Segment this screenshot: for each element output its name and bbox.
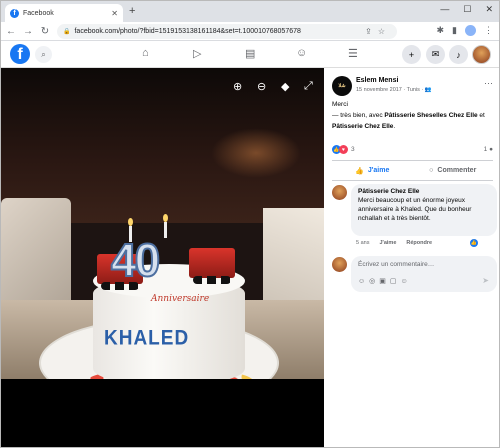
tag-link-1[interactable]: Pâtisserie Sheselles Chez Elle bbox=[384, 112, 477, 119]
divider bbox=[332, 160, 493, 161]
post-text: Merci — très bien, avec Pâtisserie Shese… bbox=[332, 99, 497, 132]
tab-facebook[interactable]: f Facebook ✕ bbox=[5, 4, 123, 22]
window-controls: — ☐ ✕ bbox=[440, 4, 493, 15]
comment-label: Commenter bbox=[437, 167, 477, 174]
my-avatar bbox=[332, 257, 347, 272]
comment-button[interactable]: ○ Commenter bbox=[413, 162, 494, 179]
account-avatar[interactable] bbox=[472, 45, 491, 64]
new-tab-button[interactable]: + bbox=[129, 5, 135, 17]
post-text-line1: Merci bbox=[332, 101, 348, 108]
facebook-favicon-icon: f bbox=[10, 8, 19, 18]
lock-icon: 🔒 bbox=[63, 29, 71, 35]
reaction-count: 3 bbox=[351, 146, 355, 153]
profile-icon[interactable] bbox=[465, 25, 476, 36]
close-window-icon[interactable]: ✕ bbox=[485, 4, 493, 15]
comment-like-link[interactable]: J'aime bbox=[379, 240, 396, 246]
more-options-icon[interactable]: ⋯ bbox=[484, 78, 493, 89]
post-text-prefix: — très bien, avec bbox=[332, 112, 385, 119]
comment-tools-icons[interactable]: ☺◎▣▢☺ bbox=[358, 277, 412, 285]
url-text: facebook.com/photo/?fbid=151915313816118… bbox=[74, 28, 301, 35]
post-date[interactable]: 15 novembre 2017 bbox=[356, 87, 402, 93]
toolbar-icons: ✱ ▮ ⋮ bbox=[437, 25, 493, 36]
comment-like-badge-icon: 👍 bbox=[470, 239, 478, 247]
fullscreen-icon[interactable]: ⤢ bbox=[304, 80, 313, 93]
photo-image: 40 Anniversaire KHALED bbox=[1, 68, 324, 379]
tab-title: Facebook bbox=[23, 9, 54, 17]
reload-icon[interactable]: ↻ bbox=[38, 26, 52, 37]
audience-icon: 👥 bbox=[424, 87, 432, 93]
browser-window: f Facebook ✕ + — ☐ ✕ ← → ↻ 🔒 facebook.co… bbox=[0, 0, 500, 448]
zoom-out-icon[interactable]: ⊖ bbox=[257, 80, 266, 93]
tag-icon[interactable]: ◆ bbox=[281, 80, 289, 93]
comment-reply-link[interactable]: Répondre bbox=[406, 240, 432, 246]
menu-icon[interactable]: ☰ bbox=[348, 47, 358, 60]
commenter-name[interactable]: Pâtisserie Chez Elle bbox=[358, 188, 490, 195]
messenger-icon[interactable]: ✉ bbox=[426, 45, 445, 64]
chrome-menu-icon[interactable]: ⋮ bbox=[484, 25, 493, 36]
post-actions: 👍 J'aime ○ Commenter bbox=[332, 162, 493, 179]
cake-number: 40 bbox=[110, 233, 161, 287]
notifications-icon[interactable]: ♪ bbox=[449, 45, 468, 64]
like-button[interactable]: 👍 J'aime bbox=[332, 162, 413, 179]
post-text-end: . bbox=[393, 123, 396, 130]
comment-count-value: 1 bbox=[483, 146, 488, 153]
minimize-icon[interactable]: — bbox=[440, 4, 449, 15]
post-panel: شلا Eslem Mensi 15 novembre 2017 · Tunis… bbox=[324, 68, 499, 447]
comment-icon: ○ bbox=[429, 167, 434, 174]
zoom-in-icon[interactable]: ⊕ bbox=[233, 80, 242, 93]
groups-icon[interactable]: ☺ bbox=[296, 47, 307, 59]
forward-icon[interactable]: → bbox=[21, 26, 35, 37]
tab-bar: f Facebook ✕ + — ☐ ✕ bbox=[1, 1, 499, 22]
close-tab-icon[interactable]: ✕ bbox=[111, 9, 118, 18]
commenter-avatar[interactable] bbox=[332, 185, 347, 200]
comment-count[interactable]: 1 ● bbox=[484, 146, 493, 153]
sidebar-icon[interactable]: ▮ bbox=[452, 25, 457, 36]
author-name[interactable]: Eslem Mensi bbox=[356, 77, 398, 84]
comment-actions: 5 ans J'aime Répondre bbox=[356, 240, 432, 246]
comment-text: Merci beaucoup et un énorme joyeux anniv… bbox=[358, 197, 472, 222]
facebook-logo[interactable]: f bbox=[10, 44, 30, 64]
address-bar-row: ← → ↻ 🔒 facebook.com/photo/?fbid=1519153… bbox=[1, 22, 499, 41]
cake-script: Anniversaire bbox=[151, 294, 210, 304]
home-icon[interactable]: ⌂ bbox=[142, 47, 149, 59]
facebook-header: f ⌕ ⌂ ▷ ▤ ☺ ☰ + ✉ ♪ bbox=[1, 41, 499, 68]
like-label: J'aime bbox=[367, 167, 390, 174]
post-text-mid: et bbox=[477, 112, 485, 119]
comment-placeholder: Écrivez un commentaire… bbox=[358, 261, 435, 268]
bookmark-star-icon[interactable]: ⇪☆ bbox=[365, 27, 391, 36]
thumbs-up-icon: 👍 bbox=[355, 167, 364, 175]
comment-age[interactable]: 5 ans bbox=[356, 240, 369, 246]
url-field[interactable]: 🔒 facebook.com/photo/?fbid=1519153138161… bbox=[57, 24, 397, 39]
comment-bubble-icon: ● bbox=[489, 146, 493, 153]
divider bbox=[332, 180, 493, 181]
love-reaction-icon: ♥ bbox=[339, 145, 348, 154]
send-icon[interactable]: ➤ bbox=[482, 276, 489, 285]
cake-name: KHALED bbox=[104, 326, 190, 350]
search-icon[interactable]: ⌕ bbox=[35, 46, 52, 63]
extensions-icon[interactable]: ✱ bbox=[437, 25, 445, 36]
comment-bubble: Pâtisserie Chez Elle Merci beaucoup et u… bbox=[351, 184, 497, 236]
watch-icon[interactable]: ▷ bbox=[193, 47, 201, 60]
back-icon[interactable]: ← bbox=[4, 26, 18, 37]
create-icon[interactable]: + bbox=[402, 45, 421, 64]
reactions-summary[interactable]: 👍 ♥ 3 bbox=[332, 145, 355, 154]
post-meta: 15 novembre 2017 · Tunis · 👥 bbox=[356, 87, 432, 93]
tag-link-2[interactable]: Pâtisserie Chez Elle bbox=[332, 123, 393, 130]
post-location[interactable]: Tunis bbox=[407, 87, 420, 93]
maximize-icon[interactable]: ☐ bbox=[463, 4, 471, 15]
marketplace-icon[interactable]: ▤ bbox=[245, 47, 255, 60]
author-avatar[interactable]: شلا bbox=[332, 76, 352, 96]
comment-input[interactable]: Écrivez un commentaire… ☺◎▣▢☺ ➤ bbox=[351, 256, 497, 292]
